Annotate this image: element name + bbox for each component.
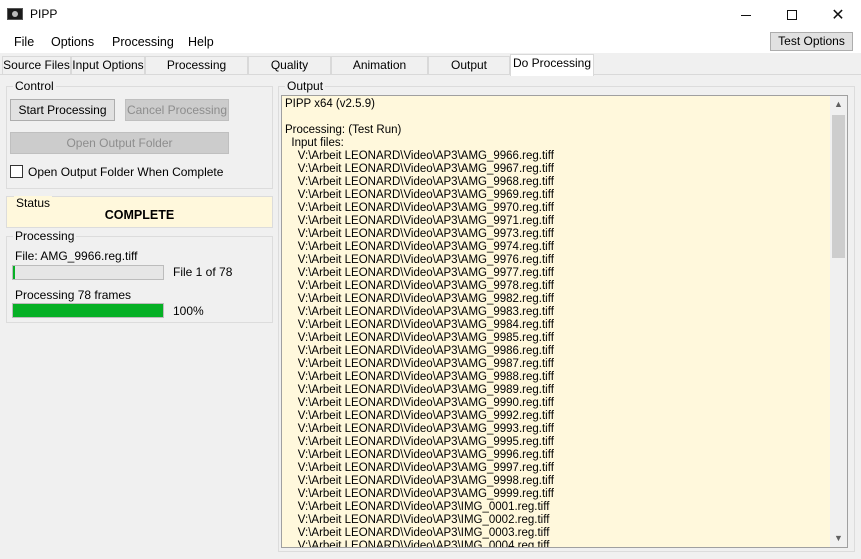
file-progress-text: File 1 of 78 <box>173 265 233 279</box>
menu-bar: File Options Processing Help <box>0 30 861 53</box>
tab-processing-options[interactable]: Processing Options <box>145 56 248 89</box>
output-log-line: V:\Arbeit LEONARD\Video\AP3\AMG_9977.reg… <box>285 267 554 279</box>
control-group-label: Control <box>13 79 56 93</box>
output-log-line: PIPP x64 (v2.5.9) <box>285 98 375 110</box>
close-button[interactable]: ✕ <box>815 0 861 30</box>
scroll-thumb[interactable] <box>832 115 845 258</box>
output-log-line: V:\Arbeit LEONARD\Video\AP3\IMG_0003.reg… <box>285 527 550 539</box>
output-log-line <box>285 111 830 124</box>
file-progress-fill <box>13 266 15 279</box>
window-title: PIPP <box>30 7 58 21</box>
output-log-line: V:\Arbeit LEONARD\Video\AP3\AMG_9974.reg… <box>285 241 554 253</box>
title-bar: PIPP ✕ <box>0 0 861 30</box>
output-log-line: V:\Arbeit LEONARD\Video\AP3\IMG_0002.reg… <box>285 514 550 526</box>
close-icon: ✕ <box>831 7 845 24</box>
output-log-line: V:\Arbeit LEONARD\Video\AP3\AMG_9967.reg… <box>285 163 554 175</box>
output-log-line: V:\Arbeit LEONARD\Video\AP3\AMG_9995.reg… <box>285 436 554 448</box>
minimize-icon <box>741 14 751 16</box>
output-log-line: V:\Arbeit LEONARD\Video\AP3\AMG_9988.reg… <box>285 371 554 383</box>
output-log-line: V:\Arbeit LEONARD\Video\AP3\AMG_9983.reg… <box>285 306 554 318</box>
output-log-line: V:\Arbeit LEONARD\Video\AP3\AMG_9989.reg… <box>285 384 554 396</box>
scroll-up-icon[interactable]: ▲ <box>830 96 847 113</box>
menu-help[interactable]: Help <box>188 35 214 49</box>
minimize-button[interactable] <box>723 0 769 30</box>
output-log-line: V:\Arbeit LEONARD\Video\AP3\AMG_9978.reg… <box>285 280 554 292</box>
tab-output-options[interactable]: Output Options <box>428 56 510 89</box>
output-log-line: V:\Arbeit LEONARD\Video\AP3\IMG_0004.reg… <box>285 540 550 548</box>
maximize-icon <box>787 10 797 20</box>
cancel-processing-button[interactable]: Cancel Processing <box>125 99 229 121</box>
output-log-line: V:\Arbeit LEONARD\Video\AP3\AMG_9998.reg… <box>285 475 554 487</box>
open-when-complete-checkbox[interactable] <box>10 165 23 178</box>
maximize-button[interactable] <box>769 0 815 30</box>
output-log-line: V:\Arbeit LEONARD\Video\AP3\AMG_9997.reg… <box>285 462 554 474</box>
output-log-line: V:\Arbeit LEONARD\Video\AP3\AMG_9970.reg… <box>285 202 554 214</box>
scroll-down-icon[interactable]: ▼ <box>830 530 847 547</box>
tab-animation-options[interactable]: Animation Options <box>331 56 428 89</box>
output-log-line: V:\Arbeit LEONARD\Video\AP3\AMG_9973.reg… <box>285 228 554 240</box>
output-log-line: V:\Arbeit LEONARD\Video\AP3\AMG_9990.reg… <box>285 397 554 409</box>
output-log-line: Input files: <box>285 137 344 149</box>
menu-file[interactable]: File <box>14 35 34 49</box>
output-log-line: V:\Arbeit LEONARD\Video\AP3\AMG_9976.reg… <box>285 254 554 266</box>
output-log-line: V:\Arbeit LEONARD\Video\AP3\AMG_9982.reg… <box>285 293 554 305</box>
status-group: Status COMPLETE <box>6 196 273 228</box>
output-log-line: V:\Arbeit LEONARD\Video\AP3\AMG_9966.reg… <box>285 150 554 162</box>
output-log-line: V:\Arbeit LEONARD\Video\AP3\AMG_9987.reg… <box>285 358 554 370</box>
output-group-label: Output <box>285 79 326 93</box>
output-log-line: V:\Arbeit LEONARD\Video\AP3\AMG_9984.reg… <box>285 319 554 331</box>
menu-processing[interactable]: Processing <box>112 35 174 49</box>
output-log[interactable]: PIPP x64 (v2.5.9) Processing: (Test Run)… <box>281 95 848 548</box>
output-log-line: V:\Arbeit LEONARD\Video\AP3\AMG_9993.reg… <box>285 423 554 435</box>
output-log-line: V:\Arbeit LEONARD\Video\AP3\AMG_9992.reg… <box>285 410 554 422</box>
frames-label: Processing 78 frames <box>15 288 132 302</box>
test-options-button[interactable]: Test Options <box>770 32 853 51</box>
open-output-folder-button[interactable]: Open Output Folder <box>10 132 229 154</box>
tab-input-options[interactable]: Input Options <box>71 56 145 75</box>
frames-progress-text: 100% <box>173 304 204 318</box>
output-log-line: V:\Arbeit LEONARD\Video\AP3\AMG_9969.reg… <box>285 189 554 201</box>
start-processing-button[interactable]: Start Processing <box>10 99 115 121</box>
output-log-line: V:\Arbeit LEONARD\Video\AP3\IMG_0001.reg… <box>285 501 550 513</box>
output-log-line: V:\Arbeit LEONARD\Video\AP3\AMG_9996.reg… <box>285 449 554 461</box>
output-log-line: V:\Arbeit LEONARD\Video\AP3\AMG_9971.reg… <box>285 215 554 227</box>
tab-do-processing[interactable]: Do Processing <box>510 54 594 76</box>
menu-options[interactable]: Options <box>51 35 94 49</box>
status-value: COMPLETE <box>104 208 175 222</box>
frames-progress-fill <box>13 304 163 317</box>
tab-source-files[interactable]: Source Files <box>2 56 71 75</box>
output-log-line: V:\Arbeit LEONARD\Video\AP3\AMG_9999.reg… <box>285 488 554 500</box>
frames-progress-bar <box>12 303 164 318</box>
output-log-line: V:\Arbeit LEONARD\Video\AP3\AMG_9985.reg… <box>285 332 554 344</box>
output-log-line: Processing: (Test Run) <box>285 124 402 136</box>
tab-quality-options[interactable]: Quality Options <box>248 56 331 89</box>
output-log-line: V:\Arbeit LEONARD\Video\AP3\AMG_9986.reg… <box>285 345 554 357</box>
output-scrollbar[interactable]: ▲ ▼ <box>830 96 847 547</box>
open-when-complete-label: Open Output Folder When Complete <box>28 165 224 179</box>
processing-group-label: Processing <box>13 229 77 243</box>
file-progress-bar <box>12 265 164 280</box>
output-log-text: PIPP x64 (v2.5.9) Processing: (Test Run)… <box>285 98 830 548</box>
current-file-label: File: AMG_9966.reg.tiff <box>15 249 138 263</box>
output-log-line: V:\Arbeit LEONARD\Video\AP3\AMG_9968.reg… <box>285 176 554 188</box>
app-icon <box>7 8 23 20</box>
